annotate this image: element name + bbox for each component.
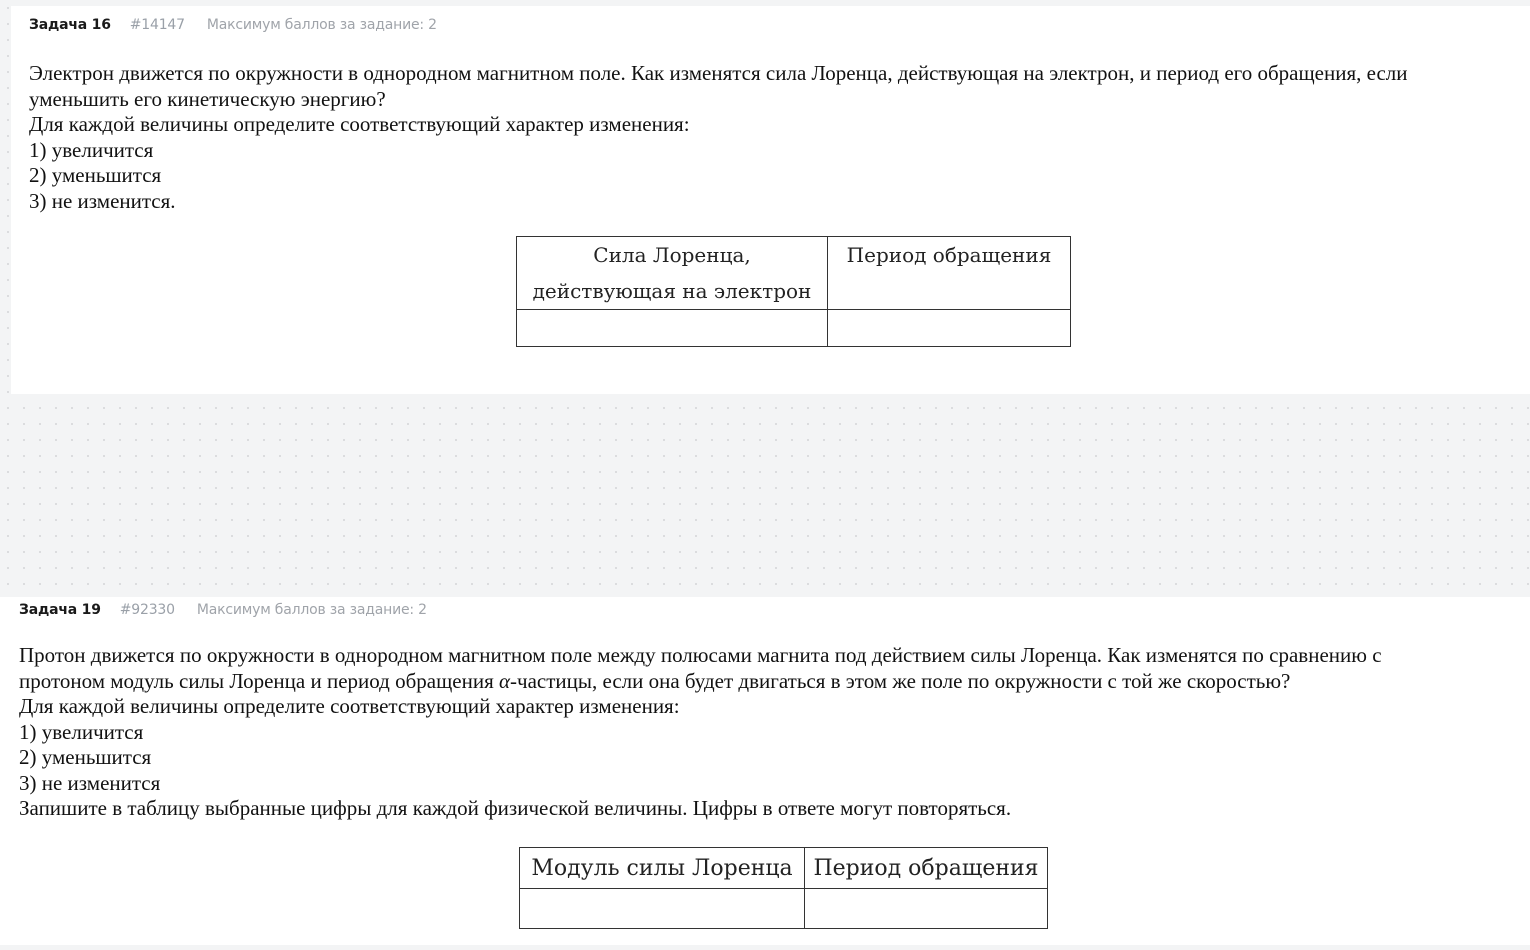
option-line: 2) уменьшится [19, 745, 152, 769]
task-number-link[interactable]: #92330 [120, 602, 175, 618]
option-line: 1) увеличится [19, 719, 144, 744]
question-line: Запишите в таблицу выбранные цифры для к… [19, 796, 1012, 820]
question-line: протоном модуль силы Лоренца и период об… [19, 669, 1514, 695]
answer-table-header: Период обращения [827, 236, 1071, 310]
answer-table: Модуль силы Лоренца Период обращения [519, 847, 1048, 929]
task-header: Задача 16 #14147 Максимум баллов за зада… [29, 17, 437, 33]
header-line: Сила Лоренца, [593, 243, 751, 267]
task-title: Задача 16 [29, 17, 111, 33]
task-title: Задача 19 [19, 602, 101, 618]
question-line: Для каждой величины определите соответст… [19, 694, 680, 718]
answer-cell[interactable] [804, 888, 1048, 929]
answer-table-header: Модуль силы Лоренца [519, 847, 805, 889]
task-question: Протон движется по окружности в однородн… [19, 643, 1514, 822]
answer-table-row [516, 309, 1071, 347]
answer-table-header: Период обращения [804, 847, 1048, 889]
option-line: 3) не изменится. [29, 188, 176, 213]
question-line: уменьшить его кинетическую энергию? [29, 86, 386, 111]
task-card: Задача 19 #92330 Максимум баллов за зада… [0, 597, 1530, 945]
option-line: 2) уменьшится [29, 163, 162, 187]
answer-cell[interactable] [827, 309, 1071, 347]
question-text: -частицы, если она будет двигаться в это… [510, 668, 1291, 693]
max-points-label: Максимум баллов за задание: 2 [196, 602, 427, 618]
max-points-label: Максимум баллов за задание: 2 [206, 17, 437, 33]
answer-cell[interactable] [516, 309, 828, 347]
option-line: 1) увеличится [29, 137, 154, 162]
answer-table-row [519, 888, 1048, 929]
option-line: 3) не изменится [19, 770, 161, 795]
question-line: Электрон движется по окружности в одноро… [29, 61, 1408, 85]
question-text: протоном модуль силы Лоренца и период об… [19, 668, 499, 693]
answer-table: Сила Лоренца, действующая на электрон Пе… [516, 236, 1071, 347]
task-number-link[interactable]: #14147 [130, 17, 185, 33]
question-line: Для каждой величины определите соответст… [29, 112, 690, 136]
answer-table-header: Сила Лоренца, действующая на электрон [516, 236, 828, 310]
header-line: действующая на электрон [532, 279, 812, 303]
task-question: Электрон движется по окружности в одноро… [29, 61, 1524, 214]
alpha-symbol: α [498, 668, 511, 693]
answer-cell[interactable] [519, 888, 805, 929]
answer-table-header-row: Модуль силы Лоренца Период обращения [519, 847, 1048, 889]
answer-table-header-row: Сила Лоренца, действующая на электрон Пе… [516, 236, 1071, 310]
task-header: Задача 19 #92330 Максимум баллов за зада… [19, 602, 427, 618]
question-line: Протон движется по окружности в однородн… [19, 643, 1382, 667]
task-card: Задача 16 #14147 Максимум баллов за зада… [11, 6, 1530, 394]
